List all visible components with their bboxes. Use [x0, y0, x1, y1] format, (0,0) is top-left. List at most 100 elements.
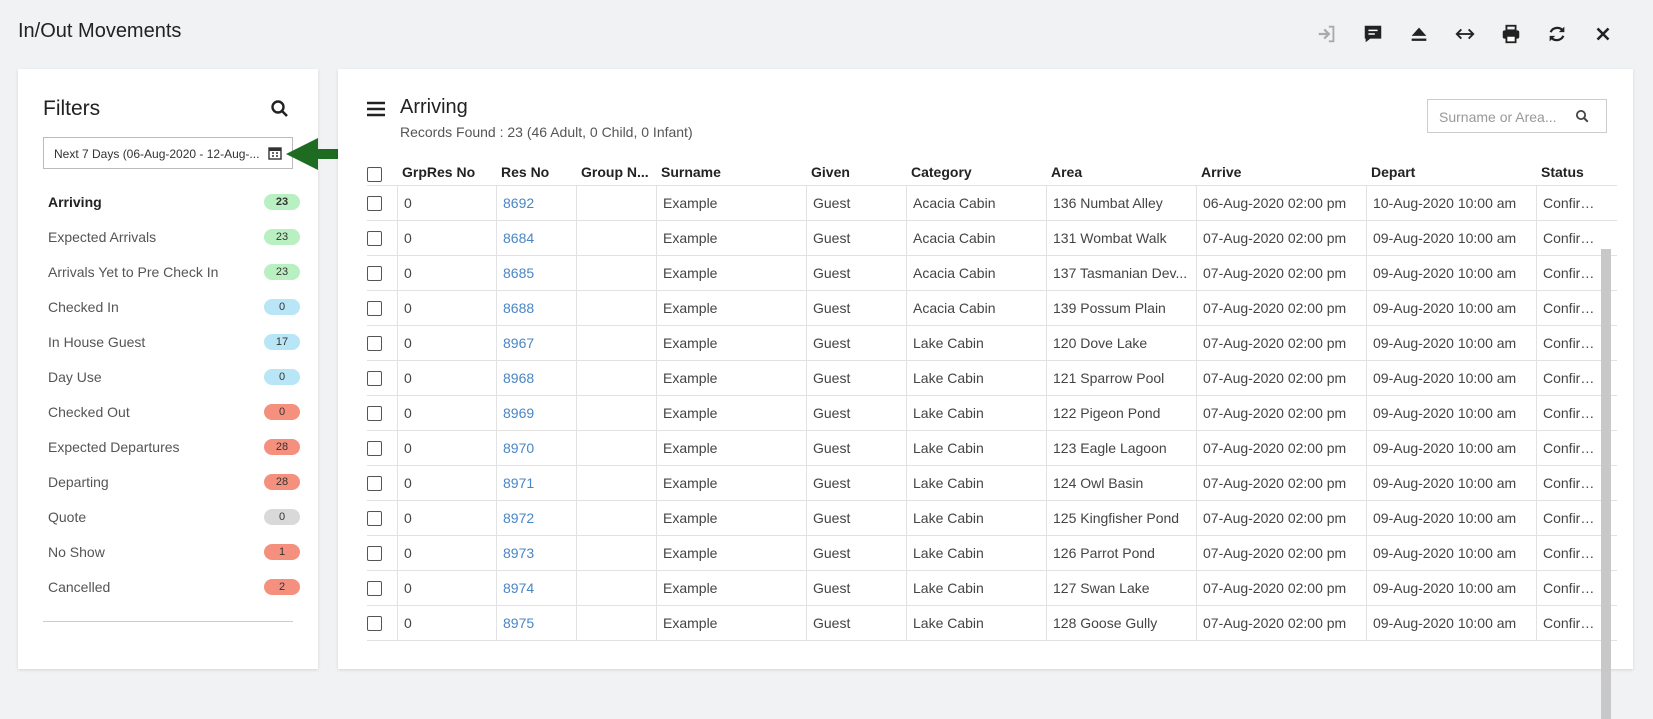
search-icon[interactable] [270, 99, 290, 119]
filter-item-no-show[interactable]: No Show 1 [43, 534, 305, 569]
filter-item-arriving[interactable]: Arriving 23 [43, 184, 305, 219]
table-cell: Lake Cabin [906, 466, 1046, 500]
table-row[interactable]: 0 8974 Example Guest Lake Cabin 127 Swan Lake… [367, 571, 1617, 606]
calendar-icon[interactable] [268, 146, 282, 160]
column-header[interactable]: Surname [661, 161, 811, 185]
table-cell [576, 571, 656, 605]
res-no-link[interactable]: 8968 [496, 361, 576, 395]
row-checkbox[interactable] [367, 195, 382, 211]
table-cell: 0 [397, 221, 496, 255]
filter-item-checked-out[interactable]: Checked Out 0 [43, 394, 305, 429]
close-icon[interactable] [1591, 22, 1615, 46]
table-cell: Confirmed [1536, 291, 1606, 325]
row-checkbox[interactable] [367, 510, 382, 526]
filter-item-arrivals-yet-to-pre-check-in[interactable]: Arrivals Yet to Pre Check In 23 [43, 254, 305, 289]
res-no-link[interactable]: 8971 [496, 466, 576, 500]
row-checkbox[interactable] [367, 615, 382, 631]
table-row[interactable]: 0 8692 Example Guest Acacia Cabin 136 Numbat … [367, 186, 1617, 221]
comment-icon[interactable] [1361, 22, 1385, 46]
sign-in-icon[interactable] [1315, 22, 1339, 46]
table-row[interactable]: 0 8688 Example Guest Acacia Cabin 139 Possum … [367, 291, 1617, 326]
column-header[interactable]: Group N... [581, 161, 661, 185]
filter-item-expected-arrivals[interactable]: Expected Arrivals 23 [43, 219, 305, 254]
filter-item-expected-departures[interactable]: Expected Departures 28 [43, 429, 305, 464]
row-checkbox[interactable] [367, 230, 382, 246]
filter-item-checked-in[interactable]: Checked In 0 [43, 289, 305, 324]
column-header[interactable]: Status [1541, 161, 1611, 185]
filter-label: No Show [48, 543, 105, 560]
search-icon[interactable] [1575, 109, 1590, 124]
column-header[interactable]: Depart [1371, 161, 1541, 185]
res-no-link[interactable]: 8972 [496, 501, 576, 535]
row-checkbox[interactable] [367, 265, 382, 281]
table-cell: 07-Aug-2020 02:00 pm [1196, 536, 1366, 570]
count-badge: 0 [264, 508, 300, 525]
column-header[interactable]: Res No [501, 161, 581, 185]
table-cell [576, 256, 656, 290]
table-row[interactable]: 0 8685 Example Guest Acacia Cabin 137 Tasmani… [367, 256, 1617, 291]
table-cell: Confirmed [1536, 501, 1606, 535]
table-row[interactable]: 0 8968 Example Guest Lake Cabin 121 Sparrow P… [367, 361, 1617, 396]
table-row[interactable]: 0 8975 Example Guest Lake Cabin 128 Goose Gul… [367, 606, 1617, 641]
refresh-icon[interactable] [1545, 22, 1569, 46]
eject-icon[interactable] [1407, 22, 1431, 46]
res-no-link[interactable]: 8969 [496, 396, 576, 430]
row-checkbox[interactable] [367, 475, 382, 491]
row-checkbox[interactable] [367, 300, 382, 316]
filter-item-quote[interactable]: Quote 0 [43, 499, 305, 534]
filter-item-day-use[interactable]: Day Use 0 [43, 359, 305, 394]
table-body: 0 8692 Example Guest Acacia Cabin 136 Numbat … [367, 186, 1617, 641]
table-row[interactable]: 0 8969 Example Guest Lake Cabin 122 Pigeon Po… [367, 396, 1617, 431]
row-select-cell [367, 291, 397, 325]
column-header[interactable]: Category [911, 161, 1051, 185]
column-header[interactable]: Area [1051, 161, 1201, 185]
table-cell: Confirmed [1536, 536, 1606, 570]
scrollbar[interactable] [1601, 249, 1611, 719]
res-no-link[interactable]: 8684 [496, 221, 576, 255]
row-checkbox[interactable] [367, 405, 382, 421]
table-cell: Lake Cabin [906, 606, 1046, 640]
table-row[interactable]: 0 8970 Example Guest Lake Cabin 123 Eagle Lag… [367, 431, 1617, 466]
filter-item-in-house-guest[interactable]: In House Guest 17 [43, 324, 305, 359]
column-header[interactable]: Arrive [1201, 161, 1371, 185]
res-no-link[interactable]: 8692 [496, 186, 576, 220]
table-row[interactable]: 0 8684 Example Guest Acacia Cabin 131 Wombat … [367, 221, 1617, 256]
table-cell: 120 Dove Lake [1046, 326, 1196, 360]
resize-horizontal-icon[interactable] [1453, 22, 1477, 46]
column-header[interactable]: GrpRes No [397, 161, 501, 185]
res-no-link[interactable]: 8685 [496, 256, 576, 290]
res-no-link[interactable]: 8975 [496, 606, 576, 640]
row-checkbox[interactable] [367, 335, 382, 351]
table-row[interactable]: 0 8972 Example Guest Lake Cabin 125 Kingfishe… [367, 501, 1617, 536]
column-header[interactable]: Given [811, 161, 911, 185]
row-checkbox[interactable] [367, 370, 382, 386]
row-select-cell [367, 606, 397, 640]
row-checkbox[interactable] [367, 580, 382, 596]
reservations-table: GrpRes No Res No Group N... Surname Given Cat… [367, 161, 1617, 641]
res-no-link[interactable]: 8973 [496, 536, 576, 570]
count-badge: 28 [264, 473, 300, 490]
table-row[interactable]: 0 8971 Example Guest Lake Cabin 124 Owl Basin… [367, 466, 1617, 501]
table-cell: Confirmed [1536, 256, 1606, 290]
filter-item-cancelled[interactable]: Cancelled 2 [43, 569, 305, 604]
row-checkbox[interactable] [367, 545, 382, 561]
res-no-link[interactable]: 8967 [496, 326, 576, 360]
res-no-link[interactable]: 8970 [496, 431, 576, 465]
table-cell: 0 [397, 361, 496, 395]
table-cell: Confirmed [1536, 221, 1606, 255]
date-range-field[interactable]: Next 7 Days (06-Aug-2020 - 12-Aug-... [43, 137, 293, 169]
filter-item-departing[interactable]: Departing 28 [43, 464, 305, 499]
table-cell: 07-Aug-2020 02:00 pm [1196, 256, 1366, 290]
res-no-link[interactable]: 8688 [496, 291, 576, 325]
table-cell: 07-Aug-2020 02:00 pm [1196, 326, 1366, 360]
select-all-checkbox[interactable] [367, 167, 382, 182]
print-icon[interactable] [1499, 22, 1523, 46]
menu-icon[interactable] [367, 101, 385, 117]
table-row[interactable]: 0 8973 Example Guest Lake Cabin 126 Parrot Po… [367, 536, 1617, 571]
row-checkbox[interactable] [367, 440, 382, 456]
table-row[interactable]: 0 8967 Example Guest Lake Cabin 120 Dove Lake… [367, 326, 1617, 361]
table-cell: Guest [806, 571, 906, 605]
search-input[interactable]: Surname or Area... [1427, 99, 1607, 133]
res-no-link[interactable]: 8974 [496, 571, 576, 605]
count-badge: 0 [264, 298, 300, 315]
